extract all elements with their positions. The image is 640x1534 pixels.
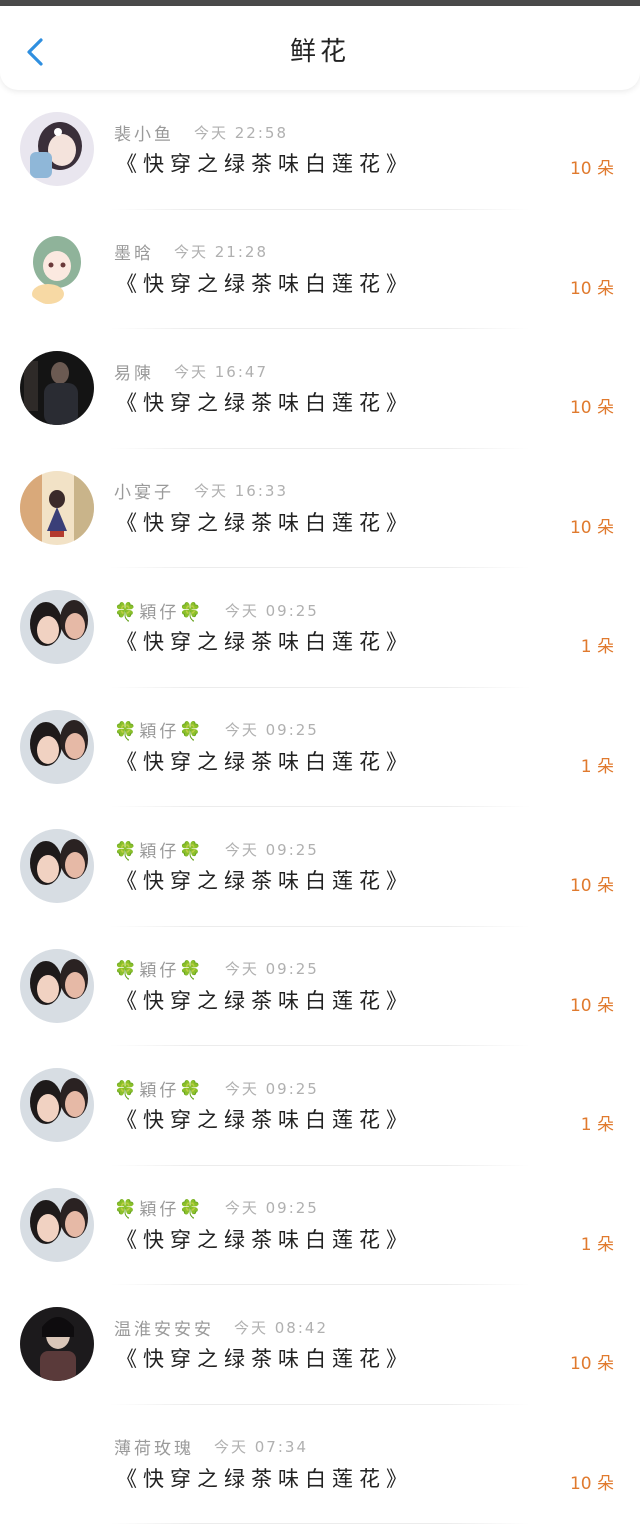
timestamp: 今天 09:25 — [224, 721, 319, 739]
timestamp: 今天 09:25 — [224, 1079, 319, 1098]
flower-count: 10 朵 — [569, 1473, 614, 1494]
timestamp: 今天 22:58 — [194, 123, 288, 142]
avatar[interactable] — [20, 829, 94, 903]
timestamp: 今天 09:25 — [224, 601, 319, 620]
book-title: 《快穿之绿茶味白莲花》 — [116, 391, 413, 415]
clover-icon: 🍀 — [114, 840, 140, 862]
list-item[interactable]: 裴小鱼 今天 22:58 《快穿之绿茶味白莲花》 10 朵 — [0, 90, 640, 210]
timestamp: 今天 21:28 — [174, 243, 268, 261]
list-item[interactable]: 小宴子 今天 16:33 《快穿之绿茶味白莲花》 10 朵 — [0, 449, 640, 568]
avatar[interactable] — [20, 1068, 94, 1142]
user-name: 裴小鱼 — [114, 124, 174, 145]
list-item[interactable]: 温淮安安安 今天 08:42 《快穿之绿茶味白莲花》 10 朵 — [0, 1285, 640, 1405]
book-title: 《快穿之绿茶味白莲花》 — [116, 152, 413, 176]
user-name: 小宴子 — [114, 483, 174, 503]
timestamp: 今天 09:25 — [224, 840, 319, 859]
list-item[interactable]: 墨晗 今天 21:28 《快穿之绿茶味白莲花》 10 朵 — [0, 210, 640, 329]
flower-count: 1 朵 — [580, 1234, 614, 1255]
clover-icon: 🍀 — [179, 601, 205, 623]
flower-count: 1 朵 — [580, 756, 614, 777]
timestamp: 今天 07:34 — [214, 1438, 308, 1456]
book-title: 《快穿之绿茶味白莲花》 — [116, 1466, 413, 1491]
clover-icon: 🍀 — [114, 721, 140, 742]
timestamp: 今天 08:42 — [234, 1318, 328, 1337]
clover-icon: 🍀 — [179, 1199, 205, 1220]
user-name: 穎仔 — [139, 961, 180, 981]
list-item[interactable]: 🍀穎仔🍀 今天 09:25 《快穿之绿茶味白莲花》 1 朵 — [0, 688, 640, 807]
flower-count: 10 朵 — [569, 159, 614, 179]
timestamp: 今天 16:33 — [194, 482, 288, 500]
clover-icon: 🍀 — [179, 721, 205, 742]
timestamp: 今天 09:25 — [224, 1199, 319, 1217]
back-button[interactable] — [16, 32, 56, 72]
flower-count: 10 朵 — [569, 995, 614, 1016]
flower-count: 10 朵 — [569, 398, 614, 418]
book-title: 《快穿之绿茶味白莲花》 — [116, 271, 413, 296]
avatar[interactable] — [20, 231, 94, 306]
avatar[interactable] — [20, 1307, 94, 1381]
avatar[interactable] — [20, 709, 94, 784]
list-item[interactable]: 🍀穎仔🍀 今天 09:25 《快穿之绿茶味白莲花》 1 朵 — [0, 568, 640, 688]
timestamp: 今天 16:47 — [174, 362, 268, 381]
avatar[interactable] — [20, 948, 94, 1023]
list-item[interactable]: 🍀穎仔🍀 今天 09:25 《快穿之绿茶味白莲花》 1 朵 — [0, 1166, 640, 1285]
timestamp: 今天 09:25 — [224, 960, 319, 978]
user-name: 穎仔 — [139, 722, 180, 742]
user-name: 穎仔 — [139, 1080, 180, 1101]
avatar[interactable] — [20, 1187, 94, 1262]
flower-count: 1 朵 — [580, 637, 614, 657]
avatar[interactable] — [20, 351, 94, 425]
flower-count: 10 朵 — [569, 1354, 614, 1374]
book-title: 《快穿之绿茶味白莲花》 — [116, 1108, 413, 1132]
user-name: 易陳 — [114, 363, 154, 384]
clover-icon: 🍀 — [179, 1079, 205, 1101]
list-item[interactable]: 薄荷玫瑰 今天 07:34 《快穿之绿茶味白莲花》 10 朵 — [0, 1405, 640, 1524]
user-name: 穎仔 — [139, 602, 180, 623]
flower-record-list[interactable]: 裴小鱼 今天 22:58 《快穿之绿茶味白莲花》 10 朵 墨晗 今天 21:2… — [0, 90, 640, 1534]
flower-count: 10 朵 — [569, 517, 614, 538]
user-name: 墨晗 — [114, 244, 154, 264]
book-title: 《快穿之绿茶味白莲花》 — [116, 749, 413, 774]
list-item[interactable]: 易陳 今天 16:47 《快穿之绿茶味白莲花》 10 朵 — [0, 329, 640, 449]
user-name: 温淮安安安 — [114, 1319, 214, 1340]
user-name: 薄荷玫瑰 — [114, 1439, 194, 1459]
top-bar: 鲜花 — [0, 6, 640, 90]
user-name: 穎仔 — [139, 1200, 180, 1220]
flower-count: 1 朵 — [580, 1115, 614, 1135]
book-title: 《快穿之绿茶味白莲花》 — [116, 630, 413, 654]
book-title: 《快穿之绿茶味白莲花》 — [116, 510, 413, 535]
clover-icon: 🍀 — [114, 1079, 140, 1101]
clover-icon: 🍀 — [179, 840, 205, 862]
list-item[interactable]: 🍀穎仔🍀 今天 09:25 《快穿之绿茶味白莲花》 1 朵 — [0, 1046, 640, 1166]
clover-icon: 🍀 — [114, 601, 140, 623]
avatar[interactable] — [20, 470, 94, 545]
avatar[interactable] — [20, 112, 94, 186]
flower-count: 10 朵 — [569, 876, 614, 896]
chevron-left-icon — [27, 38, 43, 66]
book-title: 《快穿之绿茶味白莲花》 — [116, 1227, 413, 1252]
book-title: 《快穿之绿茶味白莲花》 — [116, 988, 413, 1013]
avatar[interactable] — [20, 590, 94, 664]
divider — [110, 1523, 530, 1524]
clover-icon: 🍀 — [114, 960, 140, 981]
book-title: 《快穿之绿茶味白莲花》 — [116, 869, 413, 893]
user-name: 穎仔 — [139, 841, 180, 862]
clover-icon: 🍀 — [114, 1199, 140, 1220]
clover-icon: 🍀 — [179, 960, 205, 981]
list-item[interactable]: 🍀穎仔🍀 今天 09:25 《快穿之绿茶味白莲花》 10 朵 — [0, 807, 640, 927]
book-title: 《快穿之绿茶味白莲花》 — [116, 1347, 413, 1371]
page-title: 鲜花 — [289, 37, 350, 67]
list-item[interactable]: 🍀穎仔🍀 今天 09:25 《快穿之绿茶味白莲花》 10 朵 — [0, 927, 640, 1046]
flower-count: 10 朵 — [569, 278, 614, 299]
